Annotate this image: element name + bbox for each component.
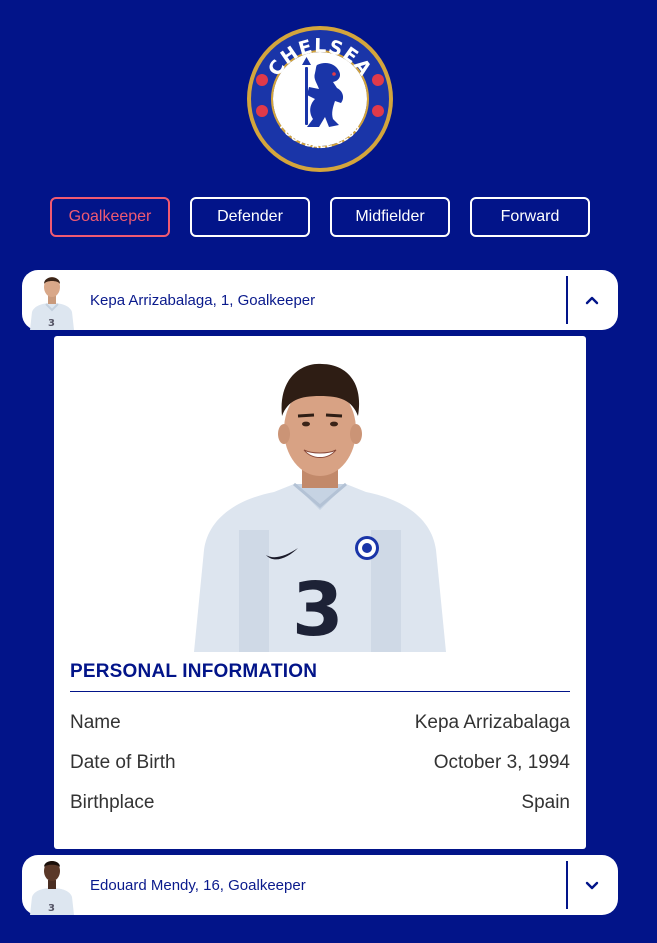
- player-thumbnail-mendy: 3: [26, 855, 78, 915]
- info-row-name: Name Kepa Arrizabalaga: [70, 712, 570, 734]
- player-accordion-title: Edouard Mendy, 16, Goalkeeper: [90, 876, 306, 894]
- player-photo: 3: [194, 350, 446, 652]
- info-label: Date of Birth: [70, 752, 176, 773]
- player-accordion-header-kepa[interactable]: 3 Kepa Arrizabalaga, 1, Goalkeeper: [22, 270, 618, 330]
- info-row-date-of-birth: Date of Birth October 3, 1994: [70, 752, 570, 774]
- info-row-birthplace: Birthplace Spain: [70, 792, 570, 814]
- club-crest-logo: CHELSEA FOOTBALL CLUB: [245, 25, 395, 173]
- info-label: Birthplace: [70, 792, 155, 813]
- accordion-toggle-button[interactable]: [566, 276, 616, 324]
- accordion-toggle-button[interactable]: [566, 861, 616, 909]
- player-details-panel: 3 PERSONAL INFORMATION Name Kepa Arrizab…: [54, 336, 586, 849]
- chevron-down-icon: [585, 881, 599, 890]
- svg-text:3: 3: [292, 567, 344, 652]
- personal-information-heading: PERSONAL INFORMATION: [70, 661, 318, 682]
- filter-forward-button[interactable]: Forward: [470, 197, 590, 237]
- player-thumbnail-kepa: 3: [26, 270, 78, 330]
- filter-defender-button[interactable]: Defender: [190, 197, 310, 237]
- info-label: Name: [70, 712, 121, 733]
- section-divider: [70, 691, 570, 692]
- player-accordion-title: Kepa Arrizabalaga, 1, Goalkeeper: [90, 291, 316, 309]
- svg-text:3: 3: [48, 318, 55, 329]
- position-filter-bar: Goalkeeper Defender Midfielder Forward: [50, 197, 590, 237]
- filter-midfielder-button[interactable]: Midfielder: [330, 197, 450, 237]
- chevron-up-icon: [585, 296, 599, 305]
- info-value: Kepa Arrizabalaga: [414, 712, 570, 733]
- info-value: Spain: [521, 792, 570, 813]
- page: CHELSEA FOOTBALL CLUB Goalkeeper Defende…: [0, 0, 657, 943]
- info-value: October 3, 1994: [433, 752, 570, 773]
- filter-goalkeeper-button[interactable]: Goalkeeper: [50, 197, 170, 237]
- player-accordion-header-mendy[interactable]: 3 Edouard Mendy, 16, Goalkeeper: [22, 855, 618, 915]
- svg-text:3: 3: [48, 903, 55, 914]
